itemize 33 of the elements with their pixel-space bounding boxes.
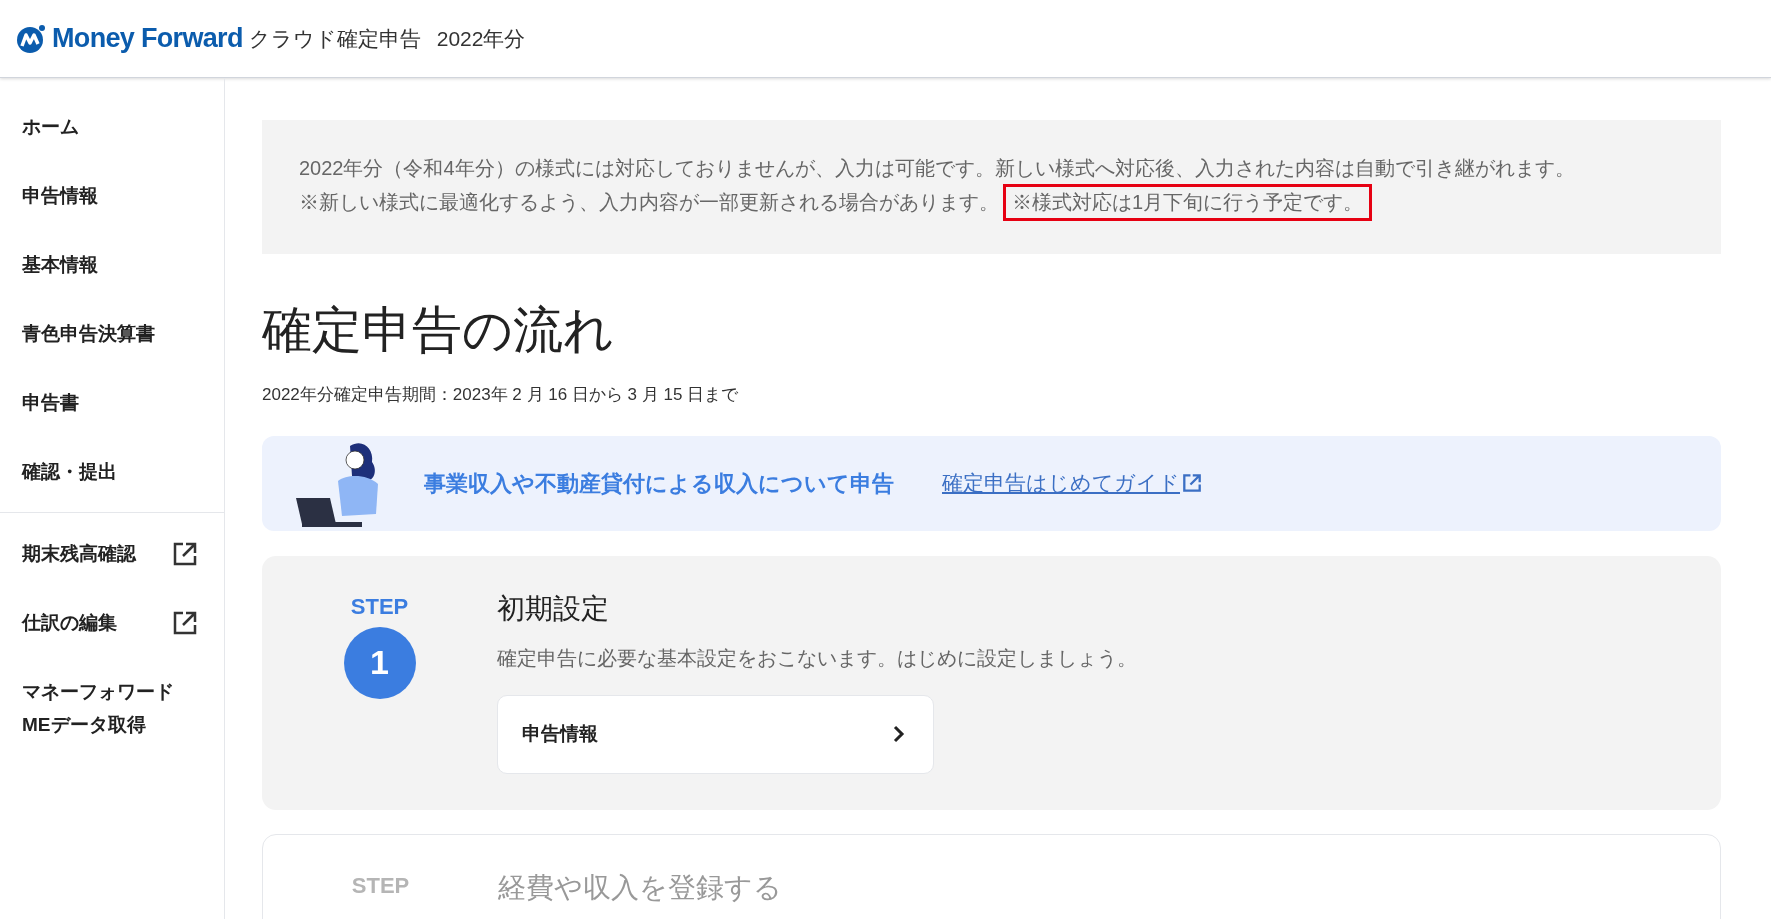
external-link-icon (172, 540, 198, 567)
page-title: 確定申告の流れ (262, 301, 615, 360)
external-link-icon (172, 609, 198, 636)
step-number: 1 (343, 626, 416, 699)
item-label: 仕訳の編集 (22, 611, 117, 635)
sidebar-item[interactable]: ホーム (0, 92, 224, 161)
sidebar-link[interactable]: 期末残高確認 (0, 519, 224, 588)
sidebar-item[interactable]: 基本情報 (0, 230, 224, 299)
sidebar-item[interactable]: 青色申告決算書 (0, 299, 224, 368)
item-label: 期末残高確認 (22, 542, 136, 566)
logo-icon (16, 23, 46, 54)
chevron-right-icon (893, 725, 905, 743)
sidebar-item[interactable]: マネーフォワード MEデータ取得 (0, 657, 224, 759)
step-label: STEP (350, 592, 409, 621)
brand-name: Money Forward (52, 22, 243, 56)
sidebar-link[interactable]: 仕訳の編集 (0, 588, 224, 657)
sidebar-item[interactable]: 申告書 (0, 368, 224, 437)
step-title: 経費や収入を登録する (498, 870, 782, 905)
step-label: STEP (351, 871, 410, 900)
step-title: 初期設定 (497, 591, 610, 626)
product-name: クラウド確定申告 (248, 25, 421, 52)
filing-period-text: 2022年分確定申告期間：2023年 2 月 16 日から 3 月 15 日まで (262, 384, 740, 406)
external-link-icon (1182, 473, 1202, 493)
sidebar-item[interactable]: 確認・提出 (0, 437, 224, 506)
highlighted-notice-text: ※様式対応は1月下旬に行う予定です。 (1003, 184, 1373, 221)
year-label: 2022年分 (436, 25, 526, 52)
sidebar-item[interactable]: 申告情報 (0, 161, 224, 230)
notice-text: 2022年分（令和4年分）の様式には対応しておりませんが、入力は可能です。新しい様式へ対応後、入力された内容は自動で引き継がれます。 (299, 156, 1576, 181)
banner-text: 事業収入や不動産貸付による収入について申告 (424, 469, 894, 498)
link-label: 申告情報 (522, 721, 598, 746)
step-link-card[interactable]: 申告情報 (497, 694, 934, 774)
step-description: 確定申告に必要な基本設定をおこないます。はじめに設定しましょう。 (497, 645, 1137, 671)
notice-text: ※新しい様式に最適化するよう、入力内容が一部更新される場合があります。 (299, 190, 999, 215)
